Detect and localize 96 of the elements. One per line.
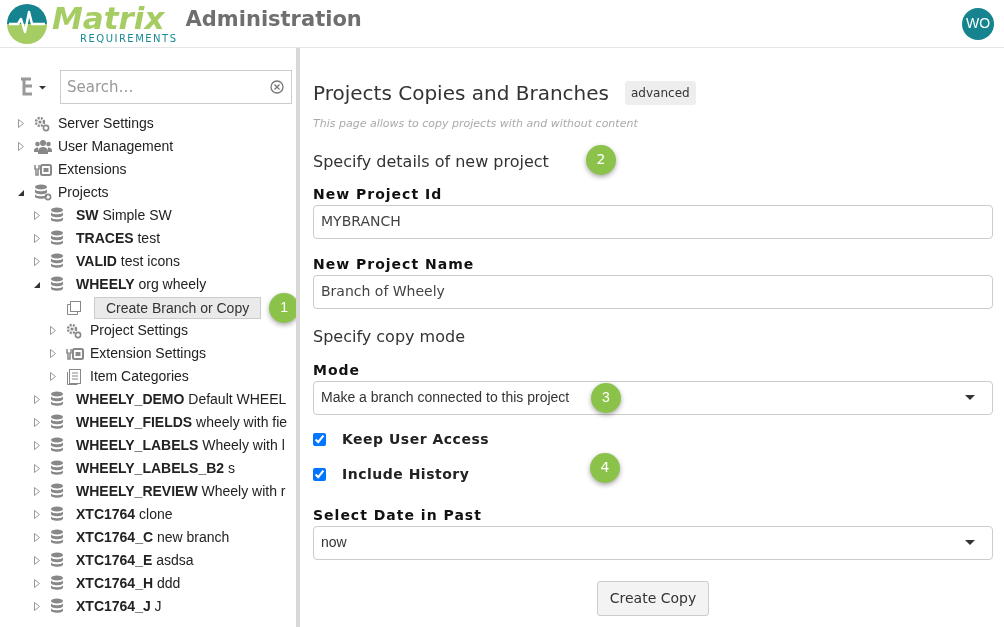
tree-item-label[interactable]: XTC1764_E asdsa xyxy=(76,550,194,571)
document-list-icon xyxy=(66,368,82,385)
field-label: New Project Name xyxy=(313,254,476,274)
users-icon xyxy=(34,138,52,155)
page-header-title: Administration xyxy=(185,5,362,33)
checkbox-label[interactable]: Include History xyxy=(342,463,470,485)
gears-icon xyxy=(34,115,50,132)
create-branch-button[interactable]: Create Branch or Copy xyxy=(94,296,262,319)
search-field[interactable]: Search… xyxy=(60,70,292,104)
user-avatar[interactable]: WO xyxy=(962,7,994,40)
tree-item-label[interactable]: WHEELY_LABELS Wheely with l xyxy=(76,435,285,456)
database-icon xyxy=(50,391,64,408)
expand-caret-icon[interactable] xyxy=(34,602,40,611)
expand-caret-icon[interactable] xyxy=(34,487,40,496)
step-number-badge: 1 xyxy=(269,292,296,323)
logo-wordmark: Matrix xyxy=(52,3,165,34)
tree-item-label[interactable]: SW Simple SW xyxy=(76,205,172,226)
database-icon xyxy=(50,506,64,523)
database-icon xyxy=(50,207,64,224)
tree-item-label[interactable]: XTC1764_C new branch xyxy=(76,527,230,548)
step-number-badge: 2 xyxy=(586,144,616,175)
database-icon xyxy=(50,253,64,270)
copy-icon xyxy=(66,299,82,316)
tree-item-label[interactable]: WHEELY_FIELDS wheely with fie xyxy=(76,412,288,433)
tree-view-dropdown-icon[interactable] xyxy=(18,77,48,97)
gears-icon xyxy=(66,322,82,339)
tree-item-label[interactable]: Project Settings xyxy=(90,320,189,341)
field-label: Select Date in Past xyxy=(313,505,483,525)
expand-caret-icon[interactable] xyxy=(50,349,56,358)
page-description: This page allows to copy projects with and without content xyxy=(313,116,639,132)
database-icon xyxy=(50,414,64,431)
step-number-badge: 4 xyxy=(590,452,620,483)
checkbox-label[interactable]: Keep User Access xyxy=(342,428,490,450)
dropdown-caret-icon xyxy=(965,395,975,400)
database-icon xyxy=(50,276,64,293)
collapse-caret-icon[interactable] xyxy=(18,189,24,196)
database-gear-icon xyxy=(34,184,52,201)
text-field[interactable]: Branch of Wheely xyxy=(313,274,993,309)
page-title: Projects Copies and Branches xyxy=(313,80,609,107)
create-copy-button[interactable]: Create Copy xyxy=(596,580,710,616)
tree-item-label[interactable]: Server Settings xyxy=(58,113,154,134)
expand-caret-icon[interactable] xyxy=(18,142,24,151)
section-heading: Specify copy mode xyxy=(313,325,466,348)
field-label: New Project Id xyxy=(313,184,444,204)
dropdown-select[interactable]: Make a branch connected to this project 3 xyxy=(313,380,993,415)
clear-search-icon[interactable] xyxy=(270,80,284,94)
tree-item-label[interactable]: XTC1764 clone xyxy=(76,504,173,525)
expand-caret-icon[interactable] xyxy=(34,464,40,473)
tree-item-label[interactable]: Extensions xyxy=(58,159,127,180)
text-field[interactable]: MYBRANCH xyxy=(313,204,993,239)
logo-tagline: REQUIREMENTS xyxy=(80,34,178,44)
tree-item-label[interactable]: Item Categories xyxy=(90,366,189,387)
plug-icon xyxy=(66,346,84,361)
tree-item-label[interactable]: VALID test icons xyxy=(76,251,180,272)
tree-item-label[interactable]: Projects xyxy=(58,182,109,203)
database-icon xyxy=(50,529,64,546)
collapse-caret-icon[interactable] xyxy=(34,281,40,288)
dropdown-caret-icon xyxy=(965,540,975,545)
tree-item-label[interactable]: WHEELY org wheely xyxy=(76,274,207,295)
expand-caret-icon[interactable] xyxy=(34,234,40,243)
expand-caret-icon[interactable] xyxy=(18,119,24,128)
plug-icon xyxy=(34,162,52,177)
expand-caret-icon[interactable] xyxy=(34,510,40,519)
tree-item-label[interactable]: XTC1764_H ddd xyxy=(76,573,181,594)
dropdown-select[interactable]: now xyxy=(313,525,993,560)
expand-caret-icon[interactable] xyxy=(50,372,56,381)
heartbeat-logo-icon xyxy=(6,2,48,45)
tree-item-label[interactable]: WHEELY_LABELS_B2 s xyxy=(76,458,235,479)
expand-caret-icon[interactable] xyxy=(34,211,40,220)
expand-caret-icon[interactable] xyxy=(50,326,56,335)
tree-item-label[interactable]: TRACES test xyxy=(76,228,161,249)
database-icon xyxy=(50,552,64,569)
advanced-badge: advanced xyxy=(625,81,696,105)
step-number-badge: 3 xyxy=(591,382,621,413)
tree-item-label[interactable]: User Management xyxy=(58,136,174,157)
database-icon xyxy=(50,575,64,592)
database-icon xyxy=(50,460,64,477)
tree-item-label[interactable]: Extension Settings xyxy=(90,343,206,364)
tree-item-label[interactable]: WHEELY_REVIEW Wheely with r xyxy=(76,481,286,502)
expand-caret-icon[interactable] xyxy=(34,556,40,565)
checkbox[interactable] xyxy=(313,432,326,446)
database-icon xyxy=(50,230,64,247)
database-icon xyxy=(50,598,64,615)
database-icon xyxy=(50,437,64,454)
database-icon xyxy=(50,483,64,500)
expand-caret-icon[interactable] xyxy=(34,441,40,450)
expand-caret-icon[interactable] xyxy=(34,579,40,588)
expand-caret-icon[interactable] xyxy=(34,395,40,404)
checkbox[interactable] xyxy=(313,467,326,481)
expand-caret-icon[interactable] xyxy=(34,418,40,427)
expand-caret-icon[interactable] xyxy=(34,533,40,542)
section-heading: Specify details of new project xyxy=(313,151,549,171)
field-label: Mode xyxy=(313,360,362,380)
expand-caret-icon[interactable] xyxy=(34,257,40,266)
tree-item-label[interactable]: WHEELY_DEMO Default WHEEL xyxy=(76,389,287,410)
tree-item-label[interactable]: XTC1764_J J xyxy=(76,596,162,617)
